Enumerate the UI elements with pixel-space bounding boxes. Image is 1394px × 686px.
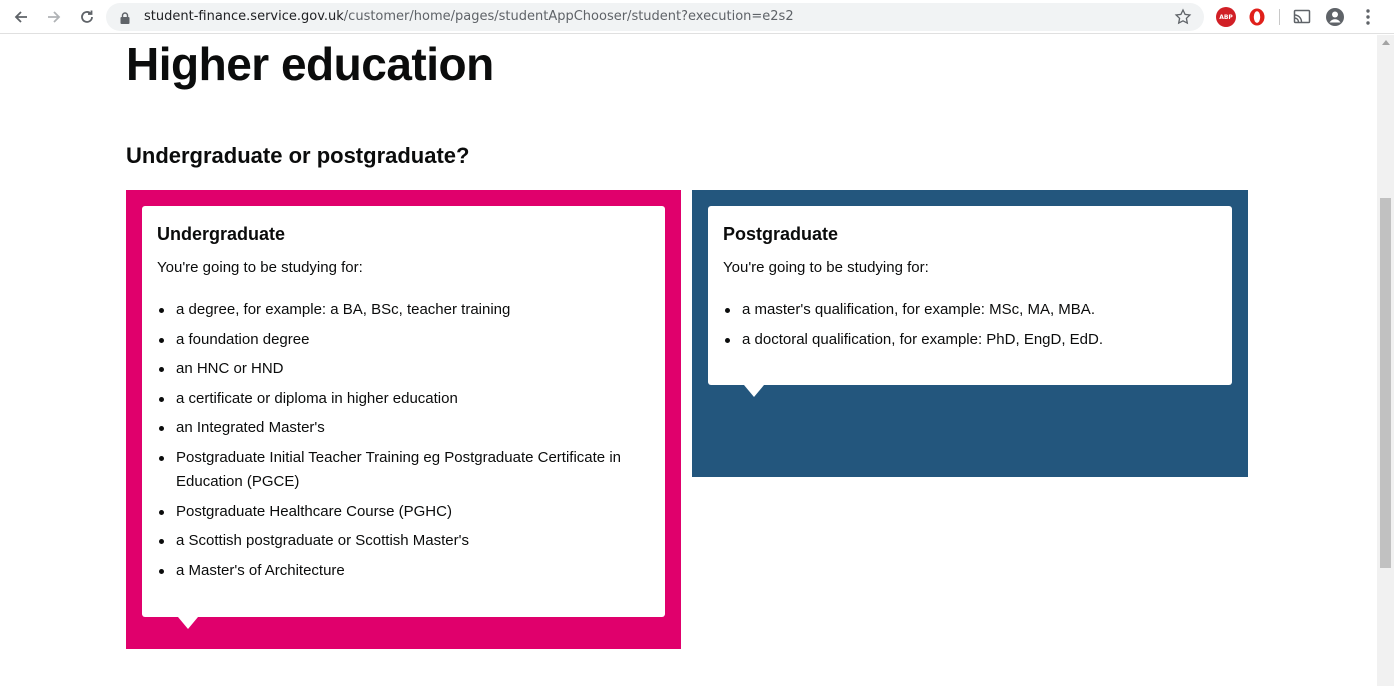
undergraduate-list: a degree, for example: a BA, BSc, teache…: [157, 298, 650, 583]
list-item: a master's qualification, for example: M…: [723, 298, 1217, 322]
postgraduate-intro: You're going to be studying for:: [723, 259, 929, 276]
star-icon[interactable]: [1174, 8, 1192, 31]
postgraduate-heading[interactable]: Postgraduate: [723, 222, 1217, 246]
adblock-icon[interactable]: ABP: [1216, 7, 1236, 27]
page-title: Higher education: [126, 38, 494, 90]
list-item: an HNC or HND: [157, 357, 650, 381]
list-item: Postgraduate Initial Teacher Training eg…: [157, 446, 650, 494]
lock-icon[interactable]: [120, 11, 130, 29]
scroll-up-arrow-icon[interactable]: [1382, 40, 1390, 45]
adblock-label: ABP: [1219, 13, 1233, 21]
reload-icon[interactable]: [76, 6, 98, 28]
undergraduate-option[interactable]: Undergraduate You're going to be studyin…: [126, 190, 681, 649]
cast-icon[interactable]: [1292, 7, 1312, 27]
scrollbar-thumb[interactable]: [1380, 198, 1391, 568]
address-bar[interactable]: student-finance.service.gov.uk/customer/…: [106, 3, 1204, 31]
undergraduate-heading[interactable]: Undergraduate: [157, 222, 650, 246]
undergraduate-intro: You're going to be studying for:: [157, 259, 363, 276]
list-item: Postgraduate Healthcare Course (PGHC): [157, 500, 650, 524]
postgraduate-card[interactable]: Postgraduate You're going to be studying…: [708, 206, 1232, 385]
list-item: a certificate or diploma in higher educa…: [157, 387, 650, 411]
list-item: a foundation degree: [157, 328, 650, 352]
list-item: a degree, for example: a BA, BSc, teache…: [157, 298, 650, 322]
url-text[interactable]: student-finance.service.gov.uk/customer/…: [144, 9, 794, 24]
postgraduate-list: a master's qualification, for example: M…: [723, 298, 1217, 352]
opera-icon[interactable]: [1247, 7, 1267, 27]
toolbar-divider: [1279, 9, 1280, 25]
list-item: a Scottish postgraduate or Scottish Mast…: [157, 529, 650, 553]
card-pointer: [178, 617, 198, 629]
more-menu-icon[interactable]: [1358, 7, 1378, 27]
back-arrow-icon[interactable]: [10, 6, 32, 28]
forward-arrow-icon[interactable]: [43, 6, 65, 28]
profile-icon[interactable]: [1325, 7, 1345, 27]
card-pointer: [744, 385, 764, 397]
list-item: an Integrated Master's: [157, 416, 650, 440]
list-item: a doctoral qualification, for example: P…: [723, 328, 1217, 352]
browser-toolbar: student-finance.service.gov.uk/customer/…: [0, 0, 1394, 34]
choice-question: Undergraduate or postgraduate?: [126, 143, 470, 168]
postgraduate-option[interactable]: Postgraduate You're going to be studying…: [692, 190, 1248, 477]
undergraduate-card[interactable]: Undergraduate You're going to be studyin…: [142, 206, 665, 617]
list-item: a Master's of Architecture: [157, 559, 650, 583]
